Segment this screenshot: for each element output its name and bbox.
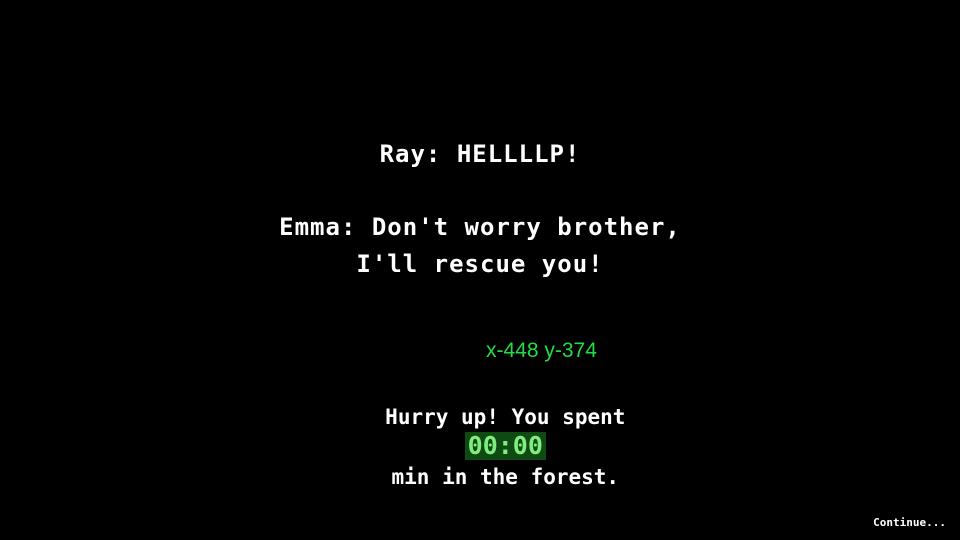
debug-coordinates: x-448 y-374 [486, 339, 597, 362]
continue-button[interactable]: Continue... [873, 516, 946, 530]
timer-display: 00:00 [464, 432, 546, 460]
time-spent-prefix: Hurry up! You spent [385, 405, 626, 429]
time-spent-suffix: min in the forest. [391, 465, 620, 489]
game-screen: Ray: HELLLLP! Emma: Don't worry brother,… [0, 0, 960, 540]
dialogue-emma-line-1: Emma: Don't worry brother, [279, 213, 681, 241]
time-spent-message: Hurry up! You spent 00:00 min in the for… [0, 372, 960, 522]
dialogue-ray: Ray: HELLLLP! [379, 140, 581, 168]
dialogue-emma-line-2: I'll rescue you! [356, 250, 604, 278]
